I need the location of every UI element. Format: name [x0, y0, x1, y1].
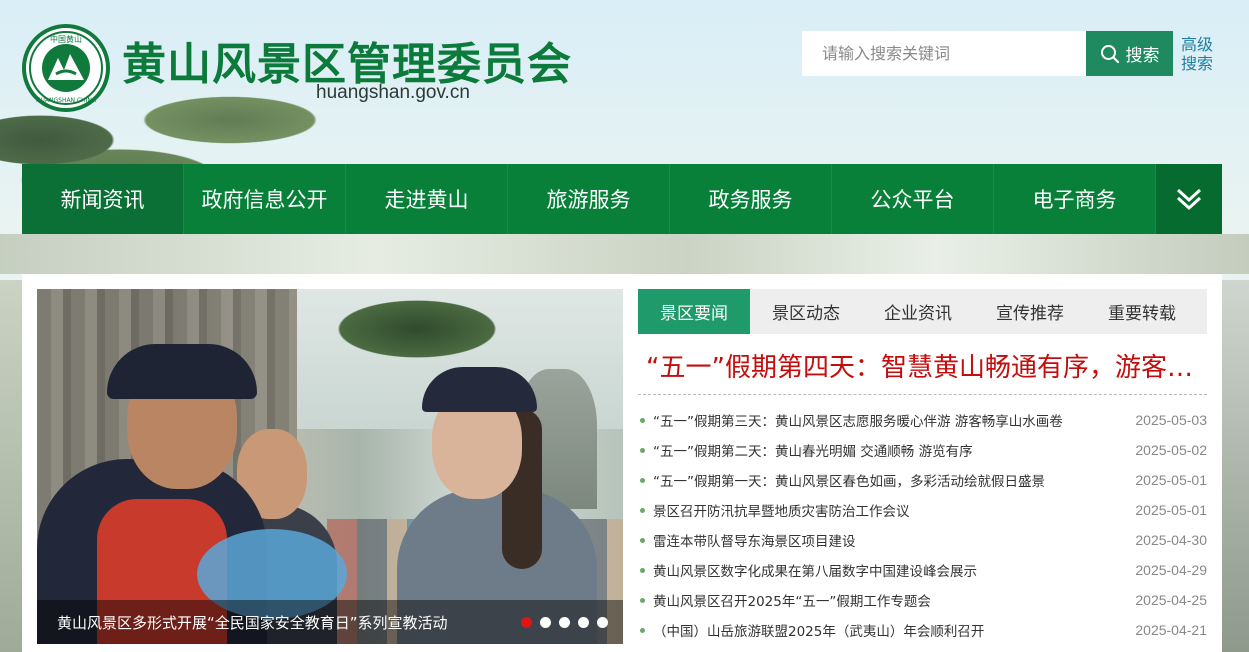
list-item[interactable]: （中国）山岳旅游联盟2025年（武夷山）年会顺利召开 2025-04-21 — [638, 615, 1207, 645]
list-item[interactable]: 黄山风景区召开2025年“五一”假期工作专题会 2025-04-25 — [638, 585, 1207, 615]
news-title[interactable]: 黄山风景区数字化成果在第八届数字中国建设峰会展示 — [653, 560, 1127, 580]
tab-promotion[interactable]: 宣传推荐 — [974, 289, 1086, 334]
nav-expand-button[interactable] — [1156, 164, 1222, 234]
search-button[interactable]: 搜索 — [1086, 31, 1173, 76]
slide-dot-1[interactable] — [521, 617, 532, 628]
news-title[interactable]: “五一”假期第二天：黄山春光明媚 交通顺畅 游览有序 — [653, 440, 1127, 460]
news-title[interactable]: 黄山风景区召开2025年“五一”假期工作专题会 — [653, 590, 1127, 610]
nav-item-news[interactable]: 新闻资讯 — [22, 164, 184, 234]
headline-divider — [638, 394, 1207, 395]
headline-link[interactable]: “五一”假期第四天：智慧黄山畅通有序，游客乐享美景 — [646, 347, 1206, 384]
main-navigation: 新闻资讯 政府信息公开 走进黄山 旅游服务 政务服务 公众平台 电子商务 — [22, 164, 1222, 234]
nav-item-public-platform[interactable]: 公众平台 — [832, 164, 994, 234]
news-date: 2025-04-21 — [1135, 622, 1207, 638]
news-date: 2025-05-03 — [1135, 412, 1207, 428]
slide-dot-2[interactable] — [540, 617, 551, 628]
news-date: 2025-05-01 — [1135, 472, 1207, 488]
news-title[interactable]: （中国）山岳旅游联盟2025年（武夷山）年会顺利召开 — [653, 620, 1127, 640]
news-date: 2025-05-02 — [1135, 442, 1207, 458]
site-domain: huangshan.gov.cn — [316, 82, 470, 103]
slide-dot-5[interactable] — [597, 617, 608, 628]
search-button-label: 搜索 — [1125, 46, 1160, 66]
nav-item-tourism[interactable]: 旅游服务 — [508, 164, 670, 234]
news-title[interactable]: “五一”假期第一天：黄山风景区春色如画，多彩活动绘就假日盛景 — [653, 470, 1127, 490]
slide-dot-3[interactable] — [559, 617, 570, 628]
slide-caption[interactable]: 黄山风景区多形式开展“全民国家安全教育日”系列宣教活动 — [57, 612, 448, 633]
news-date: 2025-04-29 — [1135, 562, 1207, 578]
slide-pager — [521, 617, 608, 628]
news-title[interactable]: 景区召开防汛抗旱暨地质灾害防治工作会议 — [653, 500, 1127, 520]
list-item[interactable]: 景区召开防汛抗旱暨地质灾害防治工作会议 2025-05-01 — [638, 495, 1207, 525]
news-slideshow[interactable]: 黄山风景区多形式开展“全民国家安全教育日”系列宣教活动 — [37, 289, 623, 644]
list-item[interactable]: “五一”假期第三天：黄山风景区志愿服务暖心伴游 游客畅享山水画卷 2025-05-… — [638, 405, 1207, 435]
left-rock-backdrop — [0, 280, 22, 652]
double-chevron-down-icon — [1176, 188, 1202, 211]
nav-item-gov-info[interactable]: 政府信息公开 — [184, 164, 346, 234]
search-icon — [1100, 44, 1119, 63]
bullet-icon — [640, 567, 645, 573]
advanced-search-link[interactable]: 高级搜索 — [1181, 35, 1221, 73]
news-date: 2025-04-30 — [1135, 532, 1207, 548]
bullet-icon — [640, 417, 645, 423]
bullet-icon — [640, 447, 645, 453]
tab-reposts[interactable]: 重要转载 — [1086, 289, 1198, 334]
news-date: 2025-04-25 — [1135, 592, 1207, 608]
bullet-icon — [640, 597, 645, 603]
search-input[interactable] — [802, 31, 1086, 76]
news-list: “五一”假期第三天：黄山风景区志愿服务暖心伴游 游客畅享山水画卷 2025-05-… — [638, 405, 1207, 645]
nav-item-gov-services[interactable]: 政务服务 — [670, 164, 832, 234]
bullet-icon — [640, 507, 645, 513]
header-rock-band — [0, 234, 1249, 274]
slide-caption-bar: 黄山风景区多形式开展“全民国家安全教育日”系列宣教活动 — [37, 600, 623, 644]
news-title[interactable]: 雷连本带队督导东海景区项目建设 — [653, 530, 1127, 550]
news-tabs: 景区要闻 景区动态 企业资讯 宣传推荐 重要转载 — [638, 289, 1207, 334]
list-item[interactable]: “五一”假期第二天：黄山春光明媚 交通顺畅 游览有序 2025-05-02 — [638, 435, 1207, 465]
tab-scenic-news[interactable]: 景区要闻 — [638, 289, 750, 334]
slide-dot-4[interactable] — [578, 617, 589, 628]
huangshan-emblem-icon: 中国黄山 HUANGSHAN CHINA — [29, 31, 103, 105]
list-item[interactable]: 雷连本带队督导东海景区项目建设 2025-04-30 — [638, 525, 1207, 555]
bullet-icon — [640, 627, 645, 633]
tab-enterprise-news[interactable]: 企业资讯 — [862, 289, 974, 334]
tab-scenic-updates[interactable]: 景区动态 — [750, 289, 862, 334]
list-item[interactable]: “五一”假期第一天：黄山风景区春色如画，多彩活动绘就假日盛景 2025-05-01 — [638, 465, 1207, 495]
news-title[interactable]: “五一”假期第三天：黄山风景区志愿服务暖心伴游 游客畅享山水画卷 — [653, 410, 1127, 430]
bullet-icon — [640, 477, 645, 483]
site-emblem-logo[interactable]: 中国黄山 HUANGSHAN CHINA — [22, 24, 110, 112]
slide-photo-visitor-cap — [422, 367, 537, 412]
bullet-icon — [640, 537, 645, 543]
list-item[interactable]: 黄山风景区数字化成果在第八届数字中国建设峰会展示 2025-04-29 — [638, 555, 1207, 585]
nav-item-about-huangshan[interactable]: 走进黄山 — [346, 164, 508, 234]
emblem-text-top: 中国黄山 — [50, 34, 82, 44]
nav-item-ecommerce[interactable]: 电子商务 — [994, 164, 1156, 234]
news-date: 2025-05-01 — [1135, 502, 1207, 518]
emblem-text-bottom: HUANGSHAN CHINA — [36, 97, 97, 104]
slide-photo-officer-cap — [107, 344, 257, 399]
